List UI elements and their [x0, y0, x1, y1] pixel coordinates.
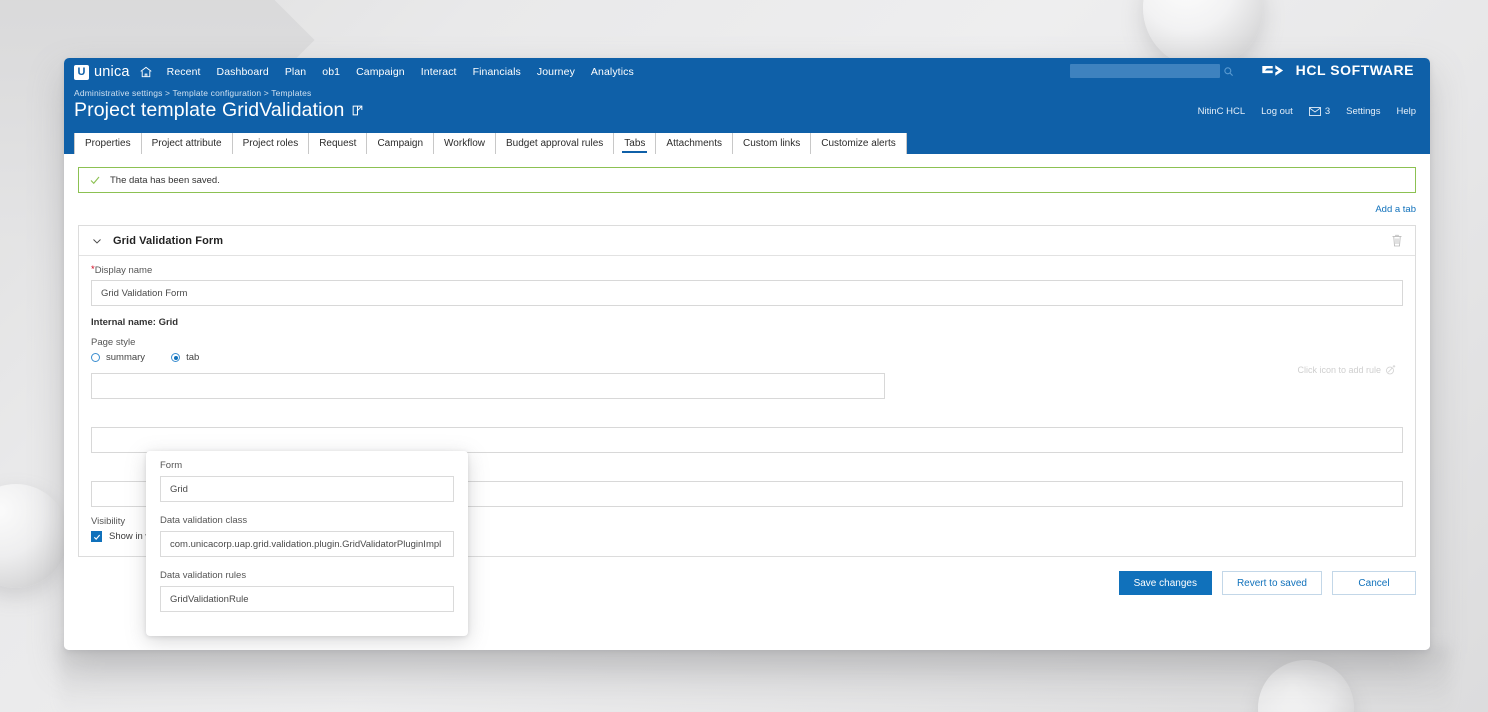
add-rule-hint-text: Click icon to add rule — [1297, 365, 1381, 375]
panel-title: Grid Validation Form — [113, 235, 223, 247]
tab-tabs[interactable]: Tabs — [614, 133, 656, 154]
form-settings-popup: Form Data validation class Data validati… — [146, 451, 468, 636]
popup-form-input[interactable] — [160, 476, 454, 502]
add-rule-icon[interactable] — [1385, 364, 1397, 376]
nav-link-journey[interactable]: Journey — [537, 66, 575, 78]
user-name: NitinC HCL — [1198, 106, 1246, 117]
settings-link[interactable]: Settings — [1346, 106, 1380, 117]
page-title-text: Project template GridValidation — [74, 99, 344, 122]
display-name-field-block: *Display name Internal name: Grid Page s… — [79, 265, 1415, 363]
breadcrumb[interactable]: Administrative settings > Template confi… — [74, 88, 1430, 98]
internal-name-text: Internal name: Grid — [91, 317, 1403, 328]
form-field-underlay — [91, 373, 885, 399]
search-input[interactable] — [1070, 64, 1220, 78]
form-input-underlay[interactable] — [91, 373, 885, 399]
add-a-tab-link[interactable]: Add a tab — [1375, 204, 1416, 215]
trash-icon[interactable] — [1391, 234, 1403, 247]
tab-budget-approval-rules[interactable]: Budget approval rules — [496, 133, 614, 154]
global-search — [1070, 64, 1234, 78]
hcl-logo-icon — [1261, 63, 1287, 78]
nav-link-recent[interactable]: Recent — [167, 66, 201, 78]
unica-logo-icon: U — [74, 65, 89, 80]
page-style-label: Page style — [91, 337, 1403, 348]
display-name-label: *Display name — [91, 265, 1403, 276]
save-changes-button[interactable]: Save changes — [1119, 571, 1212, 595]
nav-link-ob1[interactable]: ob1 — [322, 66, 340, 78]
nav-link-plan[interactable]: Plan — [285, 66, 306, 78]
tab-project-attribute[interactable]: Project attribute — [142, 133, 233, 154]
global-navigation-bar: U unica Recent Dashboard Plan ob1 Campai… — [64, 58, 1430, 86]
display-name-input[interactable] — [91, 280, 1403, 306]
popup-validation-class-label: Data validation class — [160, 515, 454, 526]
tab-campaign[interactable]: Campaign — [367, 133, 434, 154]
validation-class-field-underlay — [91, 427, 1403, 453]
tab-workflow[interactable]: Workflow — [434, 133, 496, 154]
add-rule-hint[interactable]: Click icon to add rule — [1297, 364, 1397, 376]
module-tab-bar: Properties Project attribute Project rol… — [64, 130, 1430, 154]
chevron-down-icon[interactable] — [91, 235, 103, 247]
radio-tab-indicator[interactable] — [171, 353, 180, 362]
nav-link-dashboard[interactable]: Dashboard — [217, 66, 269, 78]
revert-to-saved-button[interactable]: Revert to saved — [1222, 571, 1322, 595]
tab-attachments[interactable]: Attachments — [656, 133, 733, 154]
mail-notifications[interactable]: 3 — [1309, 106, 1330, 117]
nav-link-financials[interactable]: Financials — [473, 66, 521, 78]
mail-count: 3 — [1325, 106, 1330, 117]
radio-page-style-summary[interactable]: summary — [91, 352, 145, 363]
status-message-text: The data has been saved. — [110, 175, 220, 186]
panel-header: Grid Validation Form — [79, 226, 1415, 256]
popup-validation-rules-input[interactable] — [160, 586, 454, 612]
nav-link-campaign[interactable]: Campaign — [356, 66, 405, 78]
tab-request[interactable]: Request — [309, 133, 367, 154]
validation-class-input-underlay[interactable] — [91, 427, 1403, 453]
page-style-radio-group: summary tab — [91, 352, 1403, 363]
page-header: Administrative settings > Template confi… — [64, 86, 1430, 130]
logout-link[interactable]: Log out — [1261, 106, 1293, 117]
status-message-banner: The data has been saved. — [78, 167, 1416, 193]
application-window: U unica Recent Dashboard Plan ob1 Campai… — [64, 58, 1430, 650]
radio-tab-label: tab — [186, 352, 199, 363]
search-icon[interactable] — [1223, 66, 1234, 77]
cancel-button[interactable]: Cancel — [1332, 571, 1416, 595]
tab-custom-links[interactable]: Custom links — [733, 133, 811, 154]
brand-name: unica — [94, 64, 130, 80]
panel-toolbar: Add a tab — [78, 193, 1416, 225]
hcl-software-text: HCL SOFTWARE — [1296, 62, 1414, 78]
tab-customize-alerts[interactable]: Customize alerts — [811, 133, 906, 154]
check-icon — [89, 174, 101, 186]
popup-form-label: Form — [160, 460, 454, 471]
nav-link-analytics[interactable]: Analytics — [591, 66, 634, 78]
help-link[interactable]: Help — [1396, 106, 1416, 117]
user-utility-bar: NitinC HCL Log out 3 Settings Help — [1198, 106, 1416, 117]
popup-validation-class-input[interactable] — [160, 531, 454, 557]
radio-summary-label: summary — [106, 352, 145, 363]
external-link-icon[interactable] — [351, 104, 364, 117]
radio-page-style-tab[interactable]: tab — [171, 352, 199, 363]
panel-header-left: Grid Validation Form — [91, 235, 223, 247]
show-in-wizard-checkbox-indicator[interactable] — [91, 531, 102, 542]
home-icon[interactable] — [139, 65, 153, 79]
window-drop-shadow — [60, 646, 1450, 712]
display-name-label-text: Display name — [95, 265, 153, 276]
tab-properties[interactable]: Properties — [74, 133, 142, 154]
popup-validation-rules-label: Data validation rules — [160, 570, 454, 581]
nav-link-interact[interactable]: Interact — [421, 66, 457, 78]
radio-summary-indicator[interactable] — [91, 353, 100, 362]
hcl-software-branding: HCL SOFTWARE — [1261, 62, 1414, 78]
tab-project-roles[interactable]: Project roles — [233, 133, 310, 154]
